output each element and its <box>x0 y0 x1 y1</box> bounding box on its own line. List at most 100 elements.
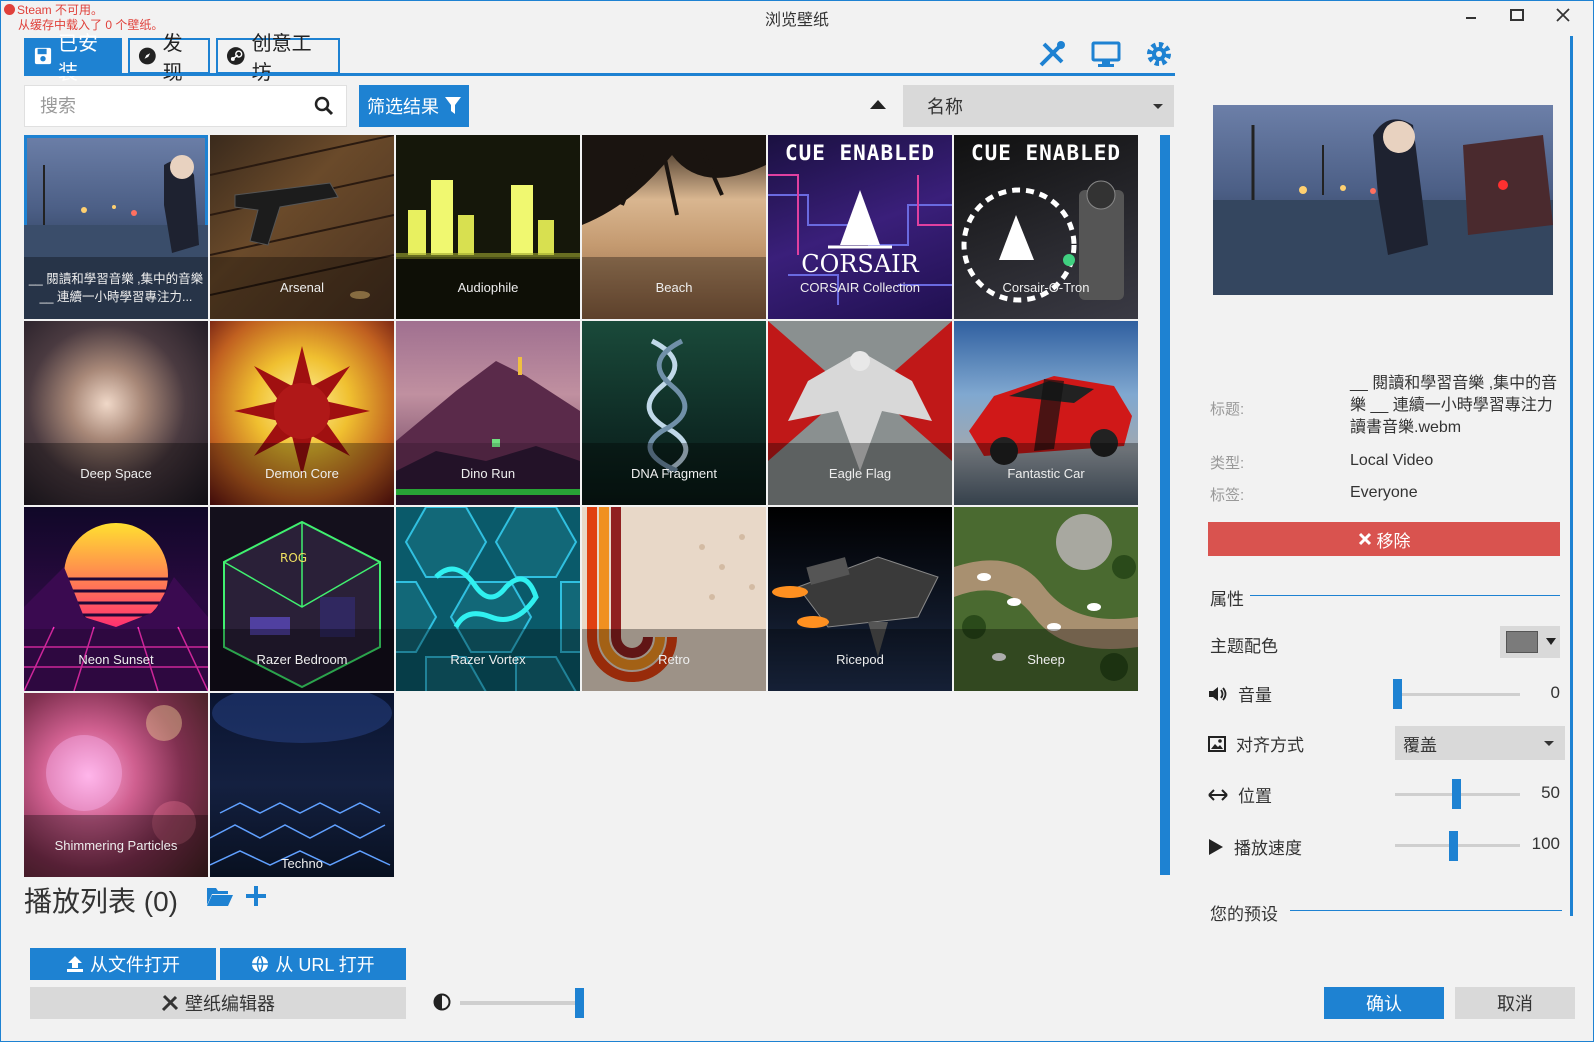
wallpaper-tile[interactable]: Demon Core <box>210 321 394 505</box>
wallpaper-title: Eagle Flag <box>768 443 952 505</box>
wallpaper-tile[interactable]: CUE ENABLED Corsair-O-Tron <box>954 135 1138 319</box>
wallpaper-tile[interactable]: CUE ENABLED CORSAIR CORSAIR Collection <box>768 135 952 319</box>
steam-icon <box>226 47 245 65</box>
tab-workshop[interactable]: 创意工坊 <box>216 33 340 84</box>
settings-button[interactable] <box>1141 38 1177 70</box>
wallpaper-title: Neon Sunset <box>24 629 208 691</box>
volume-slider-thumb[interactable] <box>1393 679 1402 709</box>
wallpaper-title: DNA Fragment <box>582 443 766 505</box>
search-icon[interactable] <box>314 96 334 116</box>
display-button[interactable] <box>1088 38 1124 70</box>
volume-label: 音量 <box>1208 681 1272 706</box>
playback-speed-label-text: 播放速度 <box>1234 839 1302 858</box>
wallpaper-tile[interactable]: Fantastic Car <box>954 321 1138 505</box>
remove-label: 移除 <box>1376 531 1411 551</box>
wallpaper-title: Deep Space <box>24 443 208 505</box>
minimize-icon <box>1466 17 1476 19</box>
image-icon <box>1208 735 1226 752</box>
remove-button[interactable]: 移除 <box>1208 522 1560 556</box>
search-input[interactable] <box>25 86 285 126</box>
position-label: 位置 <box>1208 782 1272 807</box>
open-from-url-button[interactable]: 从 URL 打开 <box>220 948 406 980</box>
theme-color-text: 主题配色 <box>1210 637 1278 656</box>
volume-icon <box>1209 686 1227 701</box>
wallpaper-tile[interactable]: Retro <box>582 507 766 691</box>
alignment-select[interactable]: 覆盖 <box>1395 726 1565 760</box>
filter-button[interactable]: 筛选结果 <box>359 85 469 127</box>
cue-badge: CUE ENABLED <box>970 141 1122 165</box>
grid-scrollbar-thumb[interactable] <box>1161 135 1170 875</box>
wallpaper-tile[interactable]: Shimmering Particles <box>24 693 208 877</box>
folder-open-icon[interactable] <box>206 885 234 907</box>
playback-speed-value: 100 <box>1531 834 1560 853</box>
wallpaper-tile[interactable]: __ 閱讀和學習音樂 ,集中的音樂 __ 連續一小時學習專注力... <box>24 135 208 319</box>
properties-scrollbar-thumb[interactable] <box>1570 36 1573 916</box>
tab-discover[interactable]: 发现 <box>128 33 210 84</box>
gear-icon <box>1147 42 1171 66</box>
wallpaper-title: Arsenal <box>210 257 394 319</box>
contrast-icon <box>433 993 451 1011</box>
wallpaper-title: Shimmering Particles <box>24 815 208 877</box>
open-from-file-label: 从文件打开 <box>90 955 180 975</box>
presets-divider <box>1290 910 1562 911</box>
svg-text:ROG: ROG <box>280 551 307 565</box>
plus-icon[interactable] <box>244 884 268 908</box>
playback-speed-slider-thumb[interactable] <box>1449 831 1458 861</box>
search-box[interactable] <box>24 85 347 127</box>
sort-ascending-icon[interactable] <box>869 98 887 110</box>
wallpaper-tile[interactable]: Deep Space <box>24 321 208 505</box>
wallpaper-tile[interactable]: ROG Razer Bedroom <box>210 507 394 691</box>
cancel-button[interactable]: 取消 <box>1455 987 1575 1019</box>
position-slider-thumb[interactable] <box>1452 779 1461 809</box>
wallpaper-title: Sheep <box>954 629 1138 691</box>
confirm-button[interactable]: 确认 <box>1324 987 1444 1019</box>
wallpaper-tile[interactable]: Neon Sunset <box>24 507 208 691</box>
tab-discover-label: 发现 <box>162 33 183 84</box>
brightness-slider-track[interactable] <box>460 1001 580 1005</box>
wallpaper-tile[interactable]: Sheep <box>954 507 1138 691</box>
sort-select[interactable]: 名称 <box>903 85 1174 127</box>
wallpaper-tile[interactable]: Audiophile <box>396 135 580 319</box>
close-button[interactable] <box>1540 0 1586 30</box>
editor-tools-button[interactable] <box>1034 38 1070 70</box>
tab-installed-label: 已安装 <box>58 33 98 84</box>
open-from-file-button[interactable]: 从文件打开 <box>30 948 216 980</box>
alignment-label: 对齐方式 <box>1208 731 1304 756</box>
monitor-icon <box>1091 41 1121 67</box>
wallpaper-tile[interactable]: Techno <box>210 693 394 877</box>
maximize-button[interactable] <box>1494 0 1540 30</box>
wallpaper-title: Corsair-O-Tron <box>1002 280 1090 295</box>
wallpaper-editor-button[interactable]: 壁纸编辑器 <box>30 987 406 1019</box>
minimize-button[interactable] <box>1448 0 1494 30</box>
theme-color-label: 主题配色 <box>1210 632 1278 657</box>
tags-key: 标签: <box>1210 487 1245 504</box>
brightness-slider-thumb[interactable] <box>575 988 584 1018</box>
open-from-url-label: 从 URL 打开 <box>275 955 375 975</box>
wallpaper-title: Retro <box>582 629 766 691</box>
playlist-label: 播放列表 (0) <box>24 886 179 917</box>
wallpaper-title: Beach <box>582 257 766 319</box>
chevron-down-icon <box>1544 741 1554 746</box>
editor-tools-icon <box>161 994 179 1012</box>
wallpaper-tile[interactable]: Eagle Flag <box>768 321 952 505</box>
wallpaper-tile[interactable]: Dino Run <box>396 321 580 505</box>
wallpaper-tile[interactable]: Arsenal <box>210 135 394 319</box>
wallpaper-title: Dino Run <box>396 443 580 505</box>
tags-value: Everyone <box>1350 484 1418 501</box>
volume-slider-track[interactable] <box>1395 693 1520 696</box>
position-value: 50 <box>1541 783 1560 802</box>
wallpaper-tile[interactable]: DNA Fragment <box>582 321 766 505</box>
tab-installed[interactable]: 已安装 <box>24 33 122 84</box>
theme-color-swatch[interactable] <box>1506 631 1538 653</box>
wallpaper-preview <box>1213 105 1553 295</box>
wallpaper-tile[interactable]: Razer Vortex <box>396 507 580 691</box>
play-icon <box>1209 838 1223 855</box>
presets-heading: 您的预设 <box>1210 905 1278 924</box>
globe-icon <box>252 955 269 973</box>
alignment-selected: 覆盖 <box>1403 735 1437 755</box>
editor-tools-icon <box>1039 41 1065 67</box>
wallpaper-tile[interactable]: Ricepod <box>768 507 952 691</box>
close-icon <box>1358 532 1371 546</box>
wallpaper-title: Razer Vortex <box>396 629 580 691</box>
wallpaper-tile[interactable]: Beach <box>582 135 766 319</box>
